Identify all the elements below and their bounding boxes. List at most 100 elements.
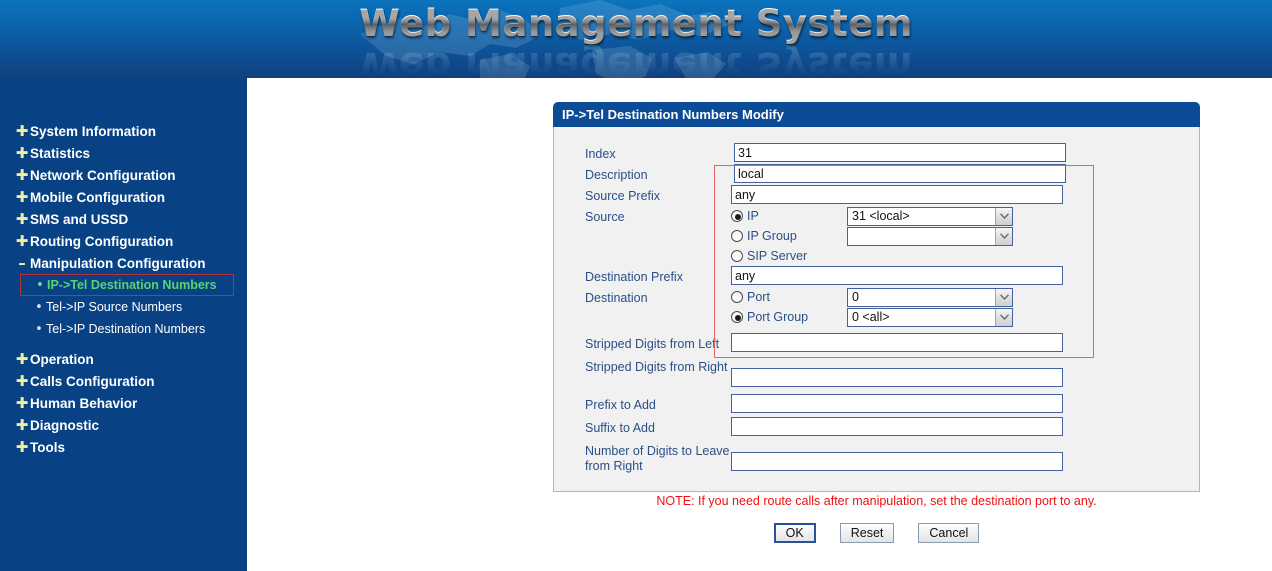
description-input[interactable] (734, 164, 1066, 183)
destination-prefix-input[interactable] (731, 266, 1063, 285)
plus-icon[interactable]: ✚ (14, 373, 30, 389)
prefix-to-add-input[interactable] (731, 394, 1063, 413)
panel-body: Index Description Source Prefix (553, 127, 1200, 492)
field-row-destination-prefix: Destination Prefix (554, 266, 1199, 287)
field-row-source: Source IP 31 <local> IP Group SIP Server (554, 206, 1199, 266)
sidebar-item-diagnostic[interactable]: ✚ Diagnostic (0, 414, 247, 436)
destination-port-group-select[interactable]: 0 <all> (847, 307, 1013, 327)
stripped-right-label: Stripped Digits from Right (585, 360, 728, 374)
page-title-reflection: Web Management System (0, 44, 1272, 78)
destination-port-group-select-value: 0 <all> (852, 310, 890, 324)
digits-leave-right-input[interactable] (731, 452, 1063, 471)
sidebar-item-routing-configuration[interactable]: ✚ Routing Configuration (0, 230, 247, 252)
sidebar-subitem-tel-to-ip-destination-numbers[interactable]: • Tel->IP Destination Numbers (0, 318, 247, 340)
destination-option-port[interactable]: Port 0 (731, 287, 1199, 307)
destination-port-select[interactable]: 0 (847, 287, 1013, 307)
plus-icon[interactable]: ✚ (14, 167, 30, 183)
sidebar-item-mobile-configuration[interactable]: ✚ Mobile Configuration (0, 186, 247, 208)
chevron-down-icon[interactable] (995, 207, 1012, 225)
source-ip-group-select[interactable] (847, 226, 1013, 246)
sidebar-subitem-tel-to-ip-source-numbers[interactable]: • Tel->IP Source Numbers (0, 296, 247, 318)
sidebar-item-label: Calls Configuration (30, 373, 155, 389)
field-row-digits-leave-right: Number of Digits to Leave from Right (554, 441, 1199, 474)
sidebar-item-label: Network Configuration (30, 167, 176, 183)
sidebar-item-label: Statistics (30, 145, 91, 161)
sidebar-item-manipulation-configuration[interactable]: – Manipulation Configuration (0, 252, 247, 274)
modify-panel: IP->Tel Destination Numbers Modify Index… (553, 102, 1200, 492)
source-option-sip-server-label: SIP Server (747, 249, 808, 263)
cancel-button[interactable]: Cancel (918, 523, 980, 543)
plus-icon[interactable]: ✚ (14, 211, 30, 227)
sidebar-item-network-configuration[interactable]: ✚ Network Configuration (0, 164, 247, 186)
source-option-ip[interactable]: IP 31 <local> (731, 206, 1199, 226)
digits-leave-right-label: Number of Digits to Leave from Right (585, 444, 730, 473)
sidebar-item-label: Mobile Configuration (30, 189, 165, 205)
plus-icon[interactable]: ✚ (14, 145, 30, 161)
chevron-down-icon[interactable] (995, 288, 1012, 306)
minus-icon[interactable]: – (14, 255, 30, 271)
radio-port-icon[interactable] (731, 291, 743, 303)
sidebar-item-operation[interactable]: ✚ Operation (0, 348, 247, 370)
plus-icon[interactable]: ✚ (14, 395, 30, 411)
chevron-down-icon[interactable] (995, 227, 1012, 245)
field-row-source-prefix: Source Prefix (554, 185, 1199, 206)
source-prefix-input[interactable] (731, 185, 1063, 204)
destination-option-port-group-label: Port Group (747, 310, 809, 324)
radio-sip-server-icon[interactable] (731, 250, 743, 262)
reset-button[interactable]: Reset (839, 523, 895, 543)
destination-port-select-value: 0 (852, 290, 859, 304)
source-option-sip-server[interactable]: SIP Server (731, 246, 1199, 266)
sidebar-item-sms-and-ussd[interactable]: ✚ SMS and USSD (0, 208, 247, 230)
source-option-ip-group-label: IP Group (747, 229, 797, 243)
plus-icon[interactable]: ✚ (14, 351, 30, 367)
prefix-to-add-label: Prefix to Add (585, 398, 656, 412)
page-root: Web Management System Web Management Sys… (0, 0, 1272, 571)
sidebar-item-label: SMS and USSD (30, 211, 129, 227)
page-title: Web Management System (359, 2, 913, 45)
bullet-icon: • (35, 321, 43, 337)
radio-ip-icon[interactable] (731, 210, 743, 222)
plus-icon[interactable]: ✚ (14, 233, 30, 249)
suffix-to-add-label: Suffix to Add (585, 421, 655, 435)
sidebar-item-label: Human Behavior (30, 395, 138, 411)
sidebar-subitem-label: Tel->IP Destination Numbers (46, 322, 206, 336)
source-option-ip-group[interactable]: IP Group (731, 226, 1199, 246)
field-row-index: Index (554, 143, 1199, 164)
sidebar-item-system-information[interactable]: ✚ System Information (0, 120, 247, 142)
plus-icon[interactable]: ✚ (14, 123, 30, 139)
chevron-down-icon[interactable] (995, 308, 1012, 326)
index-input[interactable] (734, 143, 1066, 162)
index-label: Index (585, 147, 616, 161)
sidebar-item-calls-configuration[interactable]: ✚ Calls Configuration (0, 370, 247, 392)
destination-label: Destination (585, 291, 648, 305)
plus-icon[interactable]: ✚ (14, 417, 30, 433)
plus-icon[interactable]: ✚ (14, 189, 30, 205)
suffix-to-add-input[interactable] (731, 417, 1063, 436)
world-map-watermark-icon (360, 0, 730, 78)
bullet-icon: • (35, 299, 43, 315)
sidebar-subitem-label: Tel->IP Source Numbers (46, 300, 183, 314)
stripped-left-input[interactable] (731, 333, 1063, 352)
radio-port-group-icon[interactable] (731, 311, 743, 323)
sidebar-item-human-behavior[interactable]: ✚ Human Behavior (0, 392, 247, 414)
destination-option-port-group[interactable]: Port Group 0 <all> (731, 307, 1199, 327)
stripped-right-input[interactable] (731, 368, 1063, 387)
sidebar-item-tools[interactable]: ✚ Tools (0, 436, 247, 458)
sidebar-subitem-ip-to-tel-destination-numbers[interactable]: • IP->Tel Destination Numbers (20, 274, 234, 296)
source-ip-select[interactable]: 31 <local> (847, 206, 1013, 226)
field-row-destination: Destination Port 0 Port Group 0 <all> (554, 287, 1199, 327)
page-title-container: Web Management System (0, 2, 1272, 45)
source-prefix-label: Source Prefix (585, 189, 661, 203)
plus-icon[interactable]: ✚ (14, 439, 30, 455)
bullet-icon: • (36, 277, 44, 293)
radio-ip-group-icon[interactable] (731, 230, 743, 242)
field-row-stripped-left: Stripped Digits from Left (554, 333, 1199, 354)
sidebar-item-statistics[interactable]: ✚ Statistics (0, 142, 247, 164)
panel-title: IP->Tel Destination Numbers Modify (553, 102, 1200, 127)
field-row-stripped-right: Stripped Digits from Right (554, 357, 1199, 387)
ok-button[interactable]: OK (773, 523, 816, 543)
field-row-suffix-to-add: Suffix to Add (554, 417, 1199, 438)
source-option-ip-label: IP (747, 209, 759, 223)
sidebar-item-label: Diagnostic (30, 417, 100, 433)
destination-option-port-label: Port (747, 290, 770, 304)
